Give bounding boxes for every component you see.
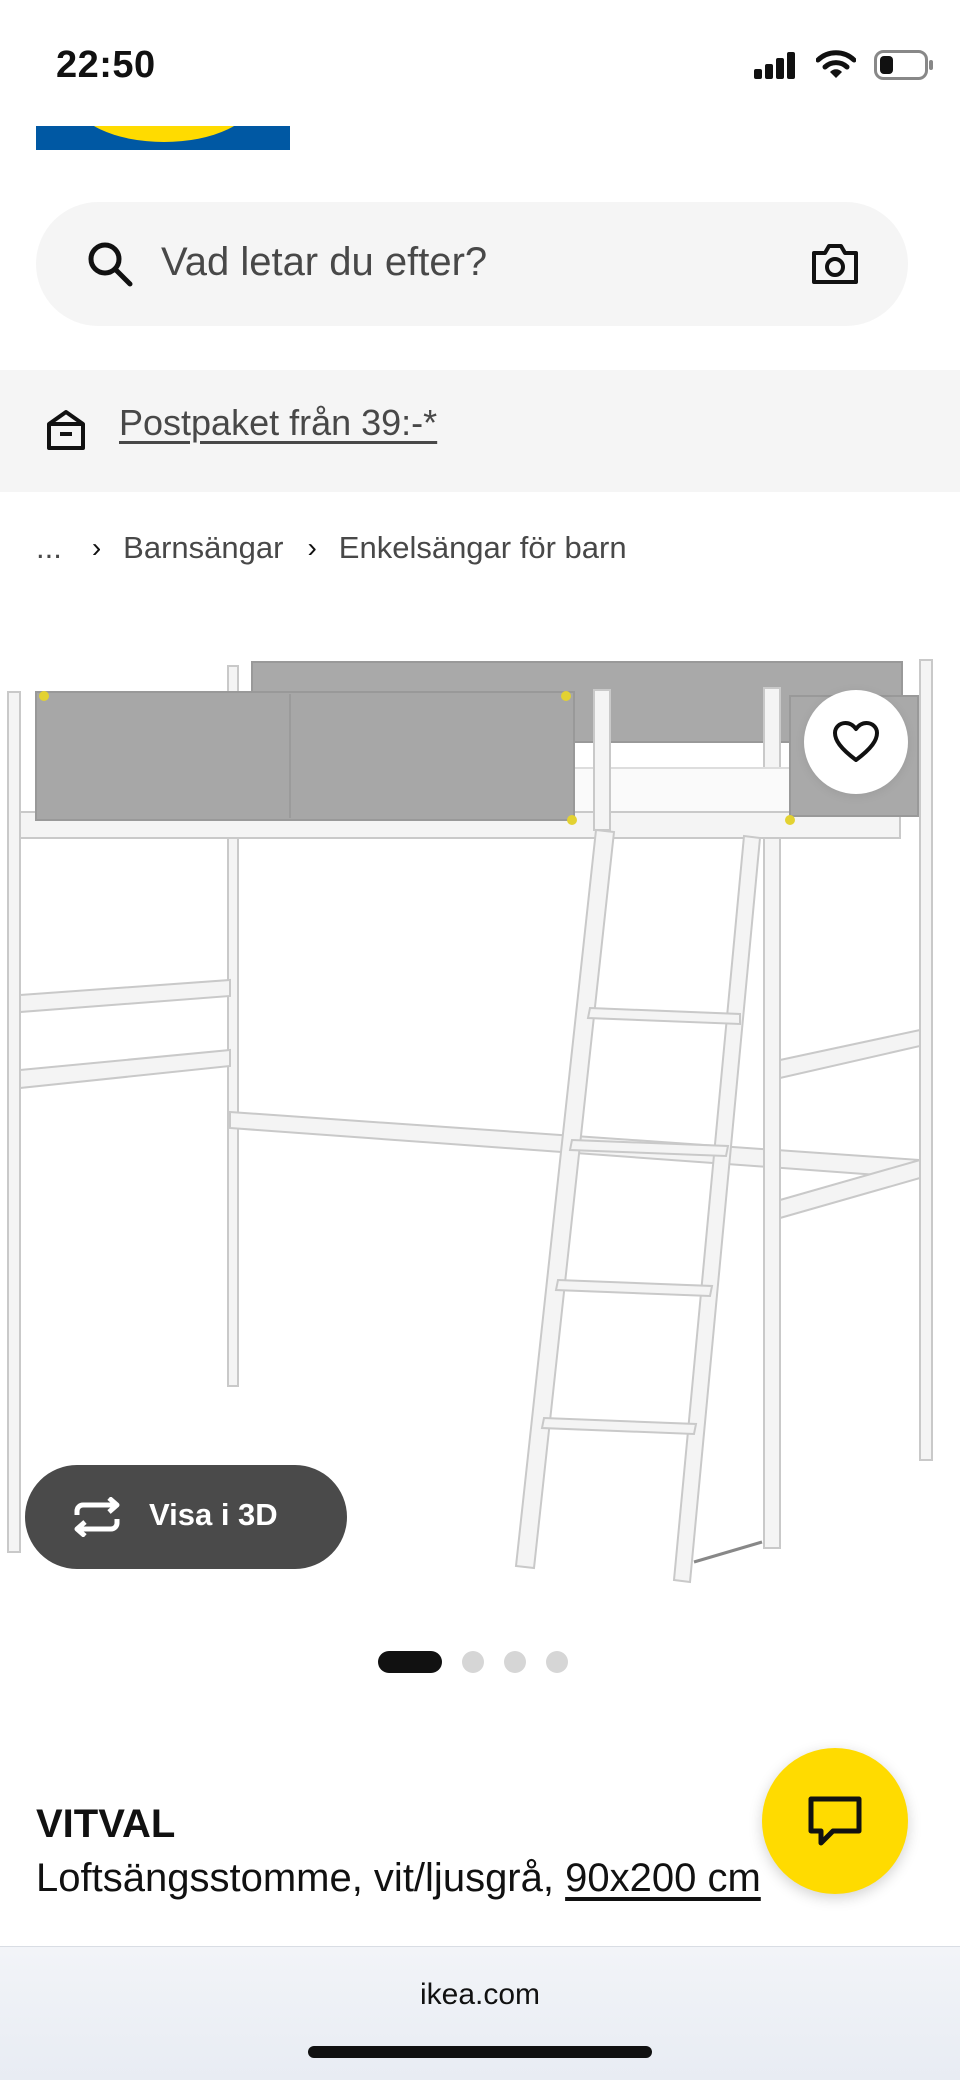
signal-icon (754, 52, 795, 79)
favorite-button[interactable] (804, 690, 908, 794)
product-description-text: Loftsängsstomme, vit/ljusgrå, (36, 1856, 566, 1900)
product-description: Loftsängsstomme, vit/ljusgrå, 90x200 cm (36, 1856, 761, 1901)
breadcrumb-item-enkelsangar[interactable]: Enkelsängar för barn (339, 530, 627, 566)
pager-dot[interactable] (504, 1651, 526, 1673)
image-pager (378, 1651, 568, 1673)
pager-dot[interactable] (462, 1651, 484, 1673)
chat-button[interactable] (762, 1748, 908, 1894)
ikea-logo[interactable] (36, 126, 290, 150)
parcel-icon (47, 410, 85, 450)
url-text[interactable]: ikea.com (0, 1978, 960, 2012)
product-size-link[interactable]: 90x200 cm (565, 1856, 761, 1900)
search-bar[interactable]: Vad letar du efter? (36, 202, 908, 326)
battery-icon (874, 50, 933, 80)
promo-link[interactable]: Postpaket från 39:-* (119, 402, 437, 444)
chevron-right-icon: › (307, 532, 317, 563)
browser-address-bar[interactable] (0, 1946, 960, 2080)
view-3d-button[interactable]: Visa i 3D (25, 1465, 347, 1569)
chat-icon (808, 1796, 862, 1846)
rotate-3d-icon (74, 1497, 120, 1537)
status-time: 22:50 (56, 44, 156, 86)
wifi-icon (816, 50, 856, 78)
breadcrumb: ... › Barnsängar › Enkelsängar för barn (36, 530, 627, 566)
search-icon (88, 242, 133, 287)
heart-icon (833, 721, 879, 762)
view-3d-label: Visa i 3D (149, 1497, 278, 1532)
status-icons (754, 50, 934, 80)
breadcrumb-ellipsis[interactable]: ... (36, 530, 62, 566)
product-name: VITVAL (36, 1802, 176, 1846)
pager-dot[interactable] (546, 1651, 568, 1673)
pager-dot-active[interactable] (378, 1651, 442, 1673)
search-input[interactable]: Vad letar du efter? (161, 240, 487, 285)
home-indicator[interactable] (308, 2046, 652, 2058)
camera-icon[interactable] (810, 243, 860, 285)
chevron-right-icon: › (91, 532, 102, 563)
breadcrumb-item-barnsangar[interactable]: Barnsängar (123, 530, 283, 566)
